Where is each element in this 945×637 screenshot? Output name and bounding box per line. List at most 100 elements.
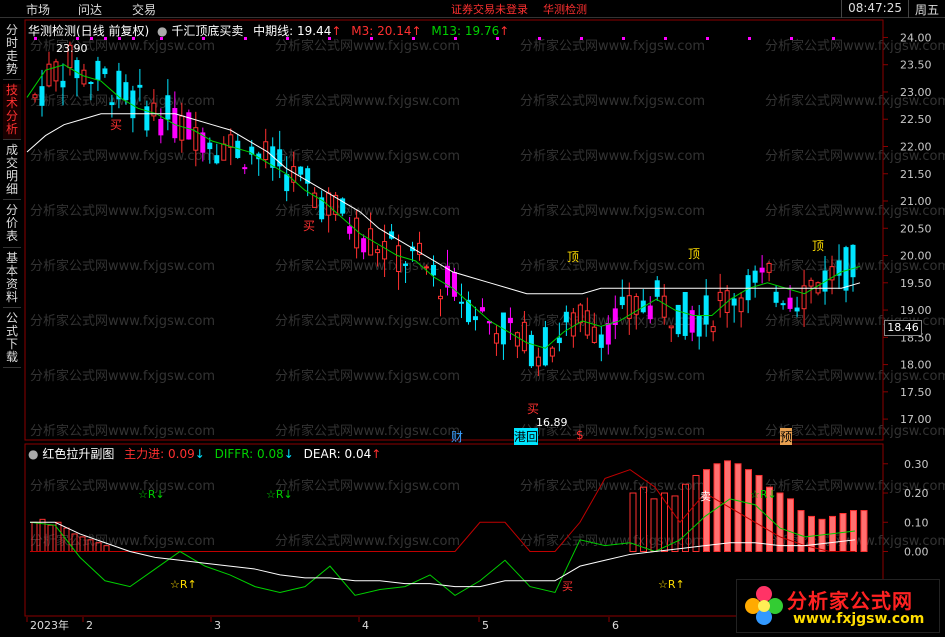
candle-body — [493, 333, 499, 344]
histogram-bar — [755, 474, 763, 553]
signal-dot — [538, 37, 541, 40]
candle-body — [438, 295, 444, 300]
event-tag-forecast[interactable]: 预 — [780, 428, 793, 445]
candle-body — [717, 291, 723, 302]
watermark-text: 分析家公式网www.fxjgsw.com — [30, 423, 215, 439]
event-tag-report[interactable]: 财 — [451, 428, 463, 445]
candle-body — [661, 295, 667, 318]
y-tick-label: 20.50 — [900, 222, 932, 235]
event-tag-dividend[interactable]: $ — [576, 428, 584, 442]
dear-line — [30, 521, 856, 588]
candle-body — [577, 304, 583, 324]
candle-body — [752, 270, 758, 283]
sub-title[interactable]: 红色拉升副图 — [42, 447, 114, 461]
candle-body — [102, 68, 108, 75]
candle-body — [88, 82, 94, 85]
watermark-text: 分析家公式网www.fxjgsw.com — [30, 93, 215, 109]
sub-buy-tag: 买 — [562, 580, 573, 593]
candle-body — [556, 337, 562, 344]
watermark-text: 分析家公式网www.fxjgsw.com — [520, 203, 705, 219]
x-axis: 2023年 2 3 4 5 6 — [26, 617, 619, 632]
candle-body — [528, 334, 534, 367]
histogram-bar — [787, 498, 794, 553]
indicator-settings-icon[interactable]: ● — [157, 24, 167, 38]
watermark-text: 分析家公式网www.fxjgsw.com — [30, 203, 215, 219]
zhuli-down-arrow-icon: ↓ — [194, 447, 205, 461]
signal-dot — [706, 37, 709, 40]
watermark-text: 分析家公式网www.fxjgsw.com — [30, 478, 215, 494]
y-tick-label: 21.00 — [900, 195, 932, 208]
candle-body — [347, 226, 353, 234]
candle-body — [186, 112, 192, 140]
y-tick-label: 18.00 — [900, 359, 932, 372]
histogram-bar — [776, 492, 784, 553]
mid-up-arrow-icon: ↑ — [331, 24, 342, 38]
r-down-tag-1: ☆R↓ — [138, 488, 165, 501]
candle-body — [361, 238, 367, 253]
candle-body — [207, 142, 213, 150]
candle-body — [403, 263, 409, 266]
histogram-bar — [745, 469, 752, 553]
watermark-text: 分析家公式网www.fxjgsw.com — [30, 148, 215, 164]
candle-body — [766, 262, 772, 273]
last-price-label: 18.46 — [884, 320, 922, 336]
candle-body — [479, 307, 485, 312]
watermark-text: 分析家公式网www.fxjgsw.com — [30, 368, 215, 384]
candle-body — [843, 247, 849, 291]
m13-up-arrow-icon: ↑ — [499, 24, 510, 38]
watermark-text: 分析家公式网www.fxjgsw.com — [275, 478, 460, 494]
candle-body — [284, 174, 290, 192]
candle-body — [759, 267, 765, 273]
candle-body — [424, 266, 430, 269]
watermark-text: 分析家公式网www.fxjgsw.com — [275, 93, 460, 109]
m13-value: M13: 19.76 — [431, 24, 500, 38]
candle-body — [850, 244, 856, 278]
dear-value: DEAR: 0.04 — [303, 447, 372, 461]
stock-title[interactable]: 华测检测(日线 前复权) — [28, 24, 149, 38]
candle-body — [354, 217, 360, 249]
top-signal-1: 顶 — [567, 250, 580, 264]
candle-body — [507, 317, 513, 324]
candle-body — [431, 264, 437, 276]
y-tick-label: 21.50 — [900, 168, 932, 181]
x-axis-label: 5 — [482, 619, 489, 632]
candle-body — [521, 321, 527, 352]
candle-body — [605, 323, 611, 345]
candle-body — [368, 228, 374, 256]
candle-body — [738, 297, 744, 313]
watermark-text: 分析家公式网www.fxjgsw.com — [30, 533, 215, 549]
candle-body — [598, 334, 604, 348]
y-tick-label: 17.50 — [900, 386, 932, 399]
histogram-bar — [703, 469, 710, 553]
sub-y-tick-label: 0.30 — [904, 458, 929, 471]
x-axis-label: 6 — [612, 619, 619, 632]
watermark-text: 分析家公式网www.fxjgsw.com — [520, 368, 705, 384]
sub-settings-icon[interactable]: ● — [28, 447, 38, 461]
candle-body — [165, 95, 171, 120]
watermark-text: 分析家公式网www.fxjgsw.com — [275, 533, 460, 549]
candle-body — [375, 249, 381, 254]
low-price-mark: 16.89 — [536, 416, 568, 429]
candle-body — [116, 70, 122, 100]
diffr-down-arrow-icon: ↓ — [283, 447, 294, 461]
candle-body — [549, 347, 555, 357]
x-axis-label: 3 — [214, 619, 221, 632]
candle-body — [591, 326, 597, 343]
indicator-name[interactable]: 千汇顶底买卖 — [171, 24, 243, 38]
candle-body — [689, 310, 695, 333]
candle-body — [53, 61, 59, 82]
candle-body — [731, 298, 737, 306]
candle-body — [647, 305, 653, 320]
candle-body — [109, 102, 115, 106]
candle-body — [451, 272, 457, 297]
watermark-text: 分析家公式网www.fxjgsw.com — [275, 148, 460, 164]
y-tick-label: 24.00 — [900, 31, 932, 44]
top-signal-2: 顶 — [688, 247, 701, 261]
candle-body — [619, 296, 625, 306]
candle-body — [696, 315, 702, 337]
y-tick-label: 17.00 — [900, 413, 932, 426]
candle-body — [123, 82, 129, 101]
watermark-text: 分析家公式网www.fxjgsw.com — [275, 423, 460, 439]
event-tag-hk[interactable]: 港回 — [514, 428, 539, 445]
candle-body — [703, 295, 709, 325]
